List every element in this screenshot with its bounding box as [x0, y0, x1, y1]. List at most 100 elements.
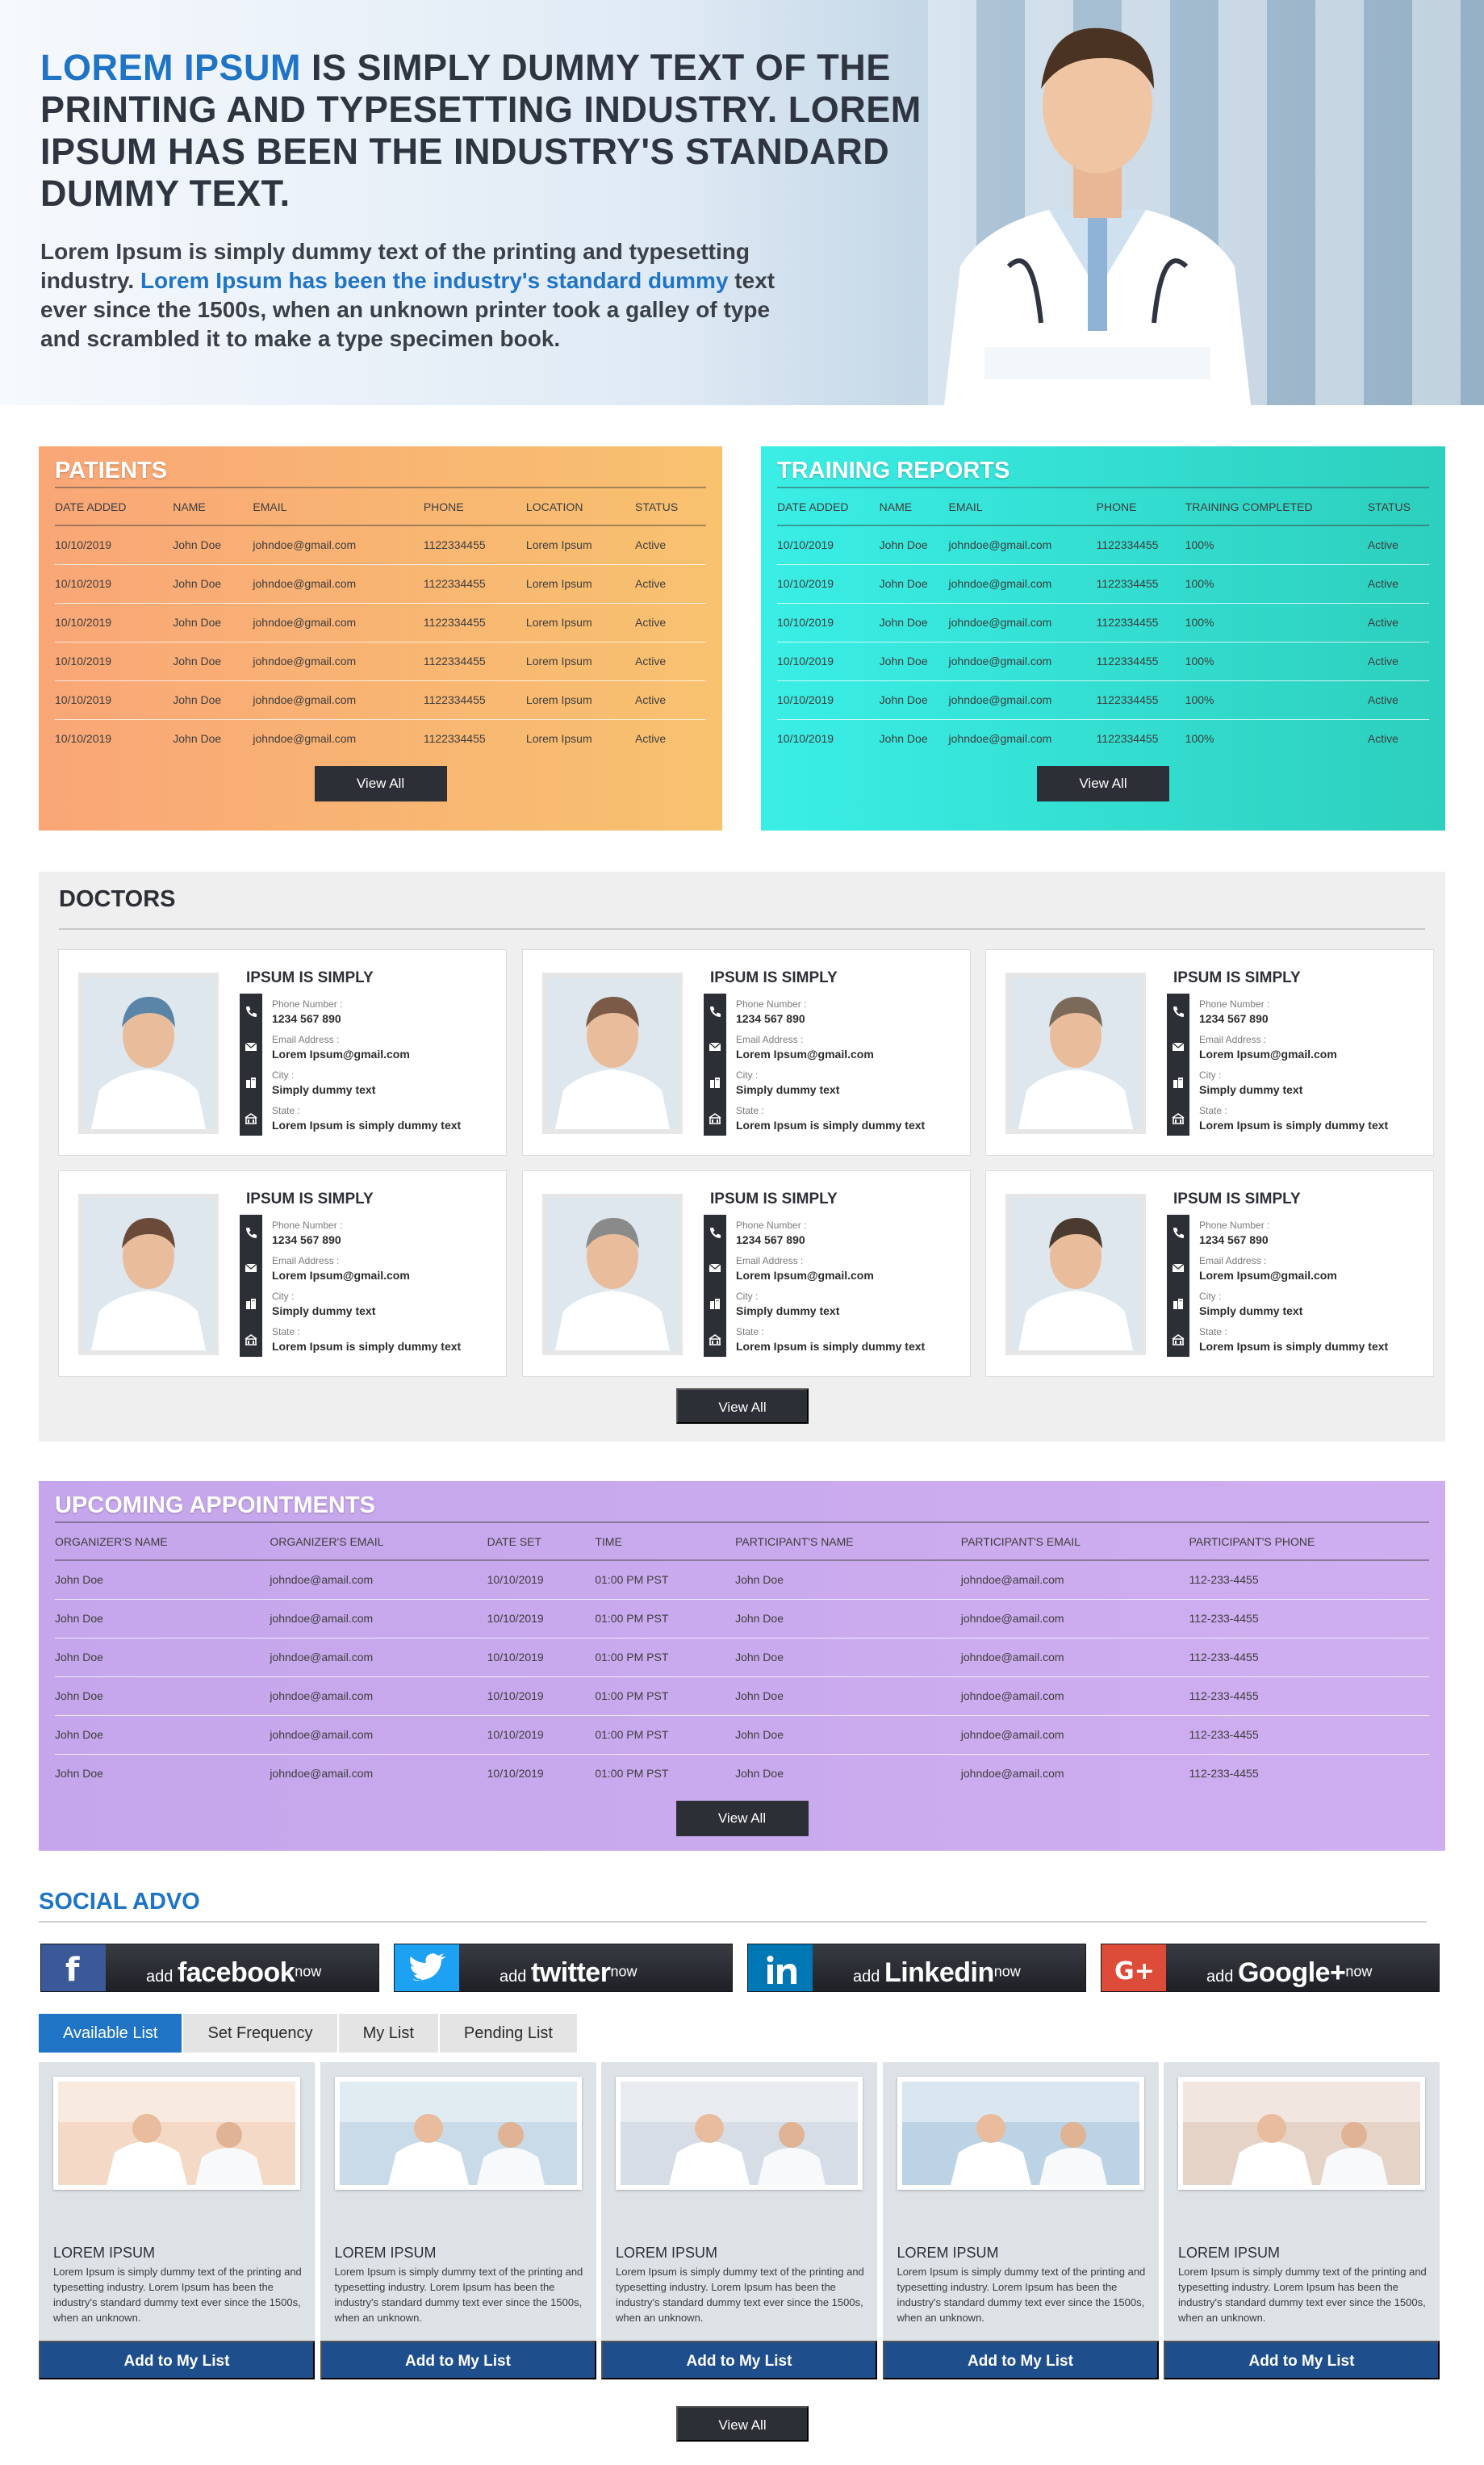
- patients-cell: Lorem Ipsum: [525, 564, 636, 604]
- patients-cell: Lorem Ipsum: [525, 603, 636, 642]
- add-to-my-list-button[interactable]: Add to My List: [882, 2341, 1159, 2379]
- training-row[interactable]: 10/10/2019 John Doe johndoe@gmail.com 11223…: [777, 564, 1429, 604]
- doctor-city-row: City : Simply dummy text: [240, 1286, 498, 1321]
- doctor-card[interactable]: IPSUM IS SIMPLY Phone Number :1234 567 89…: [985, 1170, 1434, 1377]
- training-row[interactable]: 10/10/2019 John Doe johndoe@gmail.com 11223…: [777, 525, 1429, 565]
- doctor-state-text: State : Lorem Ipsum is simply dummy text: [262, 1100, 461, 1136]
- training-row[interactable]: 10/10/2019 John Doe johndoe@gmail.com 11223…: [777, 642, 1429, 681]
- hero-doctor-image: [944, 27, 1251, 405]
- add-linkedin-button[interactable]: add Linkedinnow: [747, 1944, 1086, 1992]
- doctor-photo: [1005, 973, 1146, 1134]
- appointments-row[interactable]: John Doe johndoe@amail.com 10/10/2019 01:00…: [55, 1638, 1429, 1677]
- training-row[interactable]: 10/10/2019 John Doe johndoe@gmail.com 11223…: [777, 680, 1429, 720]
- add-google-plus-button[interactable]: G+ add Google+now: [1101, 1944, 1440, 1992]
- doctor-card[interactable]: IPSUM IS SIMPLY Phone Number :1234 567 89…: [58, 949, 507, 1156]
- doctor-email-row: Email Address : Lorem Ipsum@gmail.com: [704, 1029, 962, 1065]
- appointments-cell: John Doe: [735, 1599, 961, 1638]
- appointments-cell: John Doe: [735, 1767, 784, 1781]
- list-card: LOREM IPSUM Lorem Ipsum is simply dummy t…: [39, 2062, 315, 2379]
- state-icon: [1167, 1321, 1189, 1357]
- tab-set-frequency[interactable]: Set Frequency: [183, 2014, 339, 2053]
- doctor-email-value: Lorem Ipsum@gmail.com: [1199, 1047, 1337, 1061]
- appointments-cell: johndoe@amail.com: [960, 1599, 1189, 1638]
- patients-cell: johndoe@gmail.com: [253, 525, 424, 565]
- list-card: LOREM IPSUM Lorem Ipsum is simply dummy t…: [1164, 2062, 1440, 2379]
- doctors-view-all-button[interactable]: View All: [676, 1388, 809, 1424]
- doctor-state-text: State : Lorem Ipsum is simply dummy text: [1189, 1100, 1388, 1136]
- appointments-row[interactable]: John Doe johndoe@amail.com 10/10/2019 01:00…: [55, 1676, 1429, 1716]
- doctor-state-label: State :: [1199, 1104, 1227, 1116]
- training-row[interactable]: 10/10/2019 John Doe johndoe@gmail.com 11223…: [777, 603, 1429, 642]
- appointments-row[interactable]: John Doe johndoe@amail.com 10/10/2019 01:00…: [55, 1754, 1429, 1793]
- add-to-my-list-button[interactable]: Add to My List: [601, 2341, 877, 2379]
- social-add-label: add: [1206, 1968, 1238, 1986]
- social-brand-label: Google+: [1237, 1957, 1346, 1988]
- list-card-image: [616, 2077, 863, 2190]
- appointments-cell: 112-233-4455: [1189, 1638, 1429, 1677]
- patients-cell: John Doe: [173, 680, 253, 720]
- tab-pending-list[interactable]: Pending List: [439, 2014, 579, 2053]
- social-brand-label: twitter: [530, 1957, 611, 1988]
- email-icon: [1167, 1250, 1189, 1286]
- add-facebook-button[interactable]: f add facebooknow: [40, 1944, 379, 1992]
- doctor-card[interactable]: IPSUM IS SIMPLY Phone Number :1234 567 89…: [522, 1170, 971, 1377]
- list-card-title: LOREM IPSUM: [334, 2245, 437, 2261]
- appointments-row[interactable]: John Doe johndoe@amail.com 10/10/2019 01:00…: [55, 1715, 1429, 1755]
- doctor-email-row: Email Address : Lorem Ipsum@gmail.com: [240, 1250, 498, 1286]
- appointments-cell: 112-233-4455: [1189, 1560, 1429, 1600]
- patients-cell: Lorem Ipsum: [525, 732, 592, 746]
- appointments-view-all-button[interactable]: View All: [675, 1801, 809, 1836]
- patients-cell: johndoe@gmail.com: [253, 680, 424, 720]
- doctor-city-row: City : Simply dummy text: [1167, 1065, 1425, 1100]
- doctor-phone-label: Phone Number :: [1199, 1219, 1270, 1231]
- appointments-cell: 01:00 PM PST: [595, 1715, 736, 1755]
- patients-cell: John Doe: [173, 732, 222, 746]
- city-icon: [1167, 1286, 1189, 1321]
- doctor-card[interactable]: IPSUM IS SIMPLY Phone Number :1234 567 89…: [522, 949, 971, 1156]
- patients-row[interactable]: 10/10/2019 John Doe johndoe@gmail.com 11223…: [55, 680, 706, 720]
- doctor-card[interactable]: IPSUM IS SIMPLY Phone Number :1234 567 89…: [58, 1170, 507, 1377]
- doctor-city-text: City : Simply dummy text: [1189, 1065, 1302, 1100]
- doctor-city-text: City : Simply dummy text: [726, 1065, 839, 1100]
- add-to-my-list-button[interactable]: Add to My List: [1164, 2341, 1440, 2379]
- patients-cell: johndoe@gmail.com: [253, 732, 357, 746]
- training-cell: 1122334455: [1096, 564, 1185, 604]
- doctor-email-text: Email Address : Lorem Ipsum@gmail.com: [726, 1029, 874, 1065]
- tab-my-list[interactable]: My List: [338, 2014, 440, 2053]
- doctor-email-label: Email Address :: [272, 1254, 340, 1266]
- patients-row[interactable]: 10/10/2019 John Doe johndoe@gmail.com 11223…: [55, 525, 706, 565]
- doctor-city-text: City : Simply dummy text: [726, 1286, 839, 1321]
- appointments-row[interactable]: John Doe johndoe@amail.com 10/10/2019 01:00…: [55, 1560, 1429, 1600]
- doctor-phone-label: Phone Number :: [736, 1219, 807, 1231]
- training-view-all-button[interactable]: View All: [1037, 766, 1169, 801]
- tab-available-list[interactable]: Available List: [39, 2014, 184, 2053]
- doctor-email-value: Lorem Ipsum@gmail.com: [1199, 1268, 1337, 1282]
- add-to-my-list-button[interactable]: Add to My List: [39, 2341, 315, 2379]
- patients-row[interactable]: 10/10/2019 John Doe johndoe@gmail.com 11223…: [55, 642, 706, 681]
- appointments-row[interactable]: John Doe johndoe@amail.com 10/10/2019 01:00…: [55, 1599, 1429, 1638]
- patients-cell: John Doe: [173, 564, 253, 604]
- social-view-all-button[interactable]: View All: [676, 2406, 809, 2442]
- appointments-cell: John Doe: [735, 1676, 961, 1716]
- patients-cell: Active: [635, 732, 667, 746]
- doctor-card[interactable]: IPSUM IS SIMPLY Phone Number :1234 567 89…: [985, 949, 1434, 1156]
- city-icon: [704, 1286, 726, 1321]
- patients-row[interactable]: 10/10/2019 John Doe johndoe@gmail.com 11223…: [55, 564, 706, 604]
- list-card: LOREM IPSUM Lorem Ipsum is simply dummy t…: [882, 2062, 1159, 2379]
- doctor-email-text: Email Address : Lorem Ipsum@gmail.com: [262, 1029, 410, 1065]
- patients-cell: John Doe: [173, 603, 253, 642]
- appointments-cell: johndoe@amail.com: [960, 1638, 1189, 1677]
- patients-col-header: NAME: [173, 488, 253, 526]
- appointments-cell: 112-233-4455: [1189, 1676, 1429, 1716]
- add-twitter-button[interactable]: add twitternow: [394, 1944, 733, 1992]
- patients-view-all-button[interactable]: View All: [314, 766, 447, 801]
- patients-row[interactable]: 10/10/2019 John Doe johndoe@gmail.com 11223…: [55, 603, 706, 642]
- doctor-state-row: State : Lorem Ipsum is simply dummy text: [1167, 1100, 1425, 1136]
- doctor-city-value: Simply dummy text: [1199, 1304, 1303, 1317]
- doctor-state-label: State :: [272, 1325, 300, 1337]
- add-to-my-list-button[interactable]: Add to My List: [320, 2341, 596, 2379]
- patients-row[interactable]: 10/10/2019 John Doe johndoe@gmail.com 11223…: [55, 719, 706, 758]
- training-row[interactable]: 10/10/2019 John Doe johndoe@gmail.com 11223…: [777, 719, 1429, 758]
- appointments-cell: 01:00 PM PST: [595, 1638, 736, 1677]
- doctor-city-value: Simply dummy text: [736, 1304, 840, 1317]
